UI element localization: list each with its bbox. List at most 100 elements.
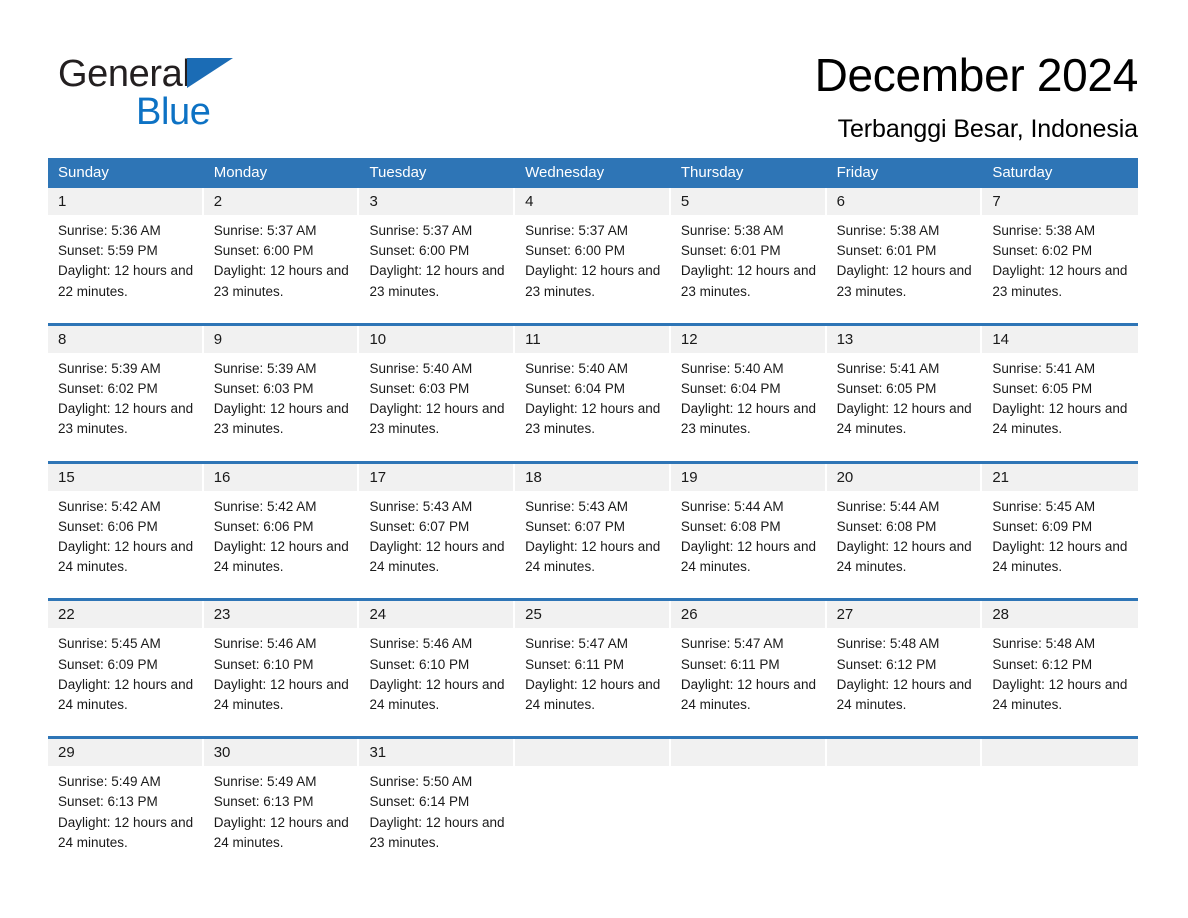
sunset-text: Sunset: 6:04 PM (680, 381, 781, 397)
day-number: 13 (826, 325, 981, 353)
general-blue-logo: General Blue (58, 52, 358, 133)
daylight-text: Daylight: 12 hours and 24 minutes. (369, 539, 505, 575)
day-number (515, 739, 669, 767)
calendar-day-cell[interactable]: 25 Sunrise: 5:47 AM Sunset: 6:11 PM Dayligh… (515, 601, 671, 736)
calendar-day-cell[interactable]: 15 Sunrise: 5:42 AM Sunset: 6:06 PM Dayligh… (48, 463, 204, 599)
day-number: 11 (515, 325, 669, 353)
sunrise-text: Sunrise: 5:37 AM (525, 223, 628, 238)
sunset-text: Sunset: 6:14 PM (369, 794, 470, 810)
sunset-text: Sunset: 6:05 PM (992, 381, 1093, 397)
sunset-text: Sunset: 6:03 PM (213, 381, 314, 397)
sunset-text: Sunset: 6:04 PM (525, 381, 625, 397)
day-number: 29 (48, 739, 202, 767)
calendar-day-cell[interactable]: 13 Sunrise: 5:41 AM Sunset: 6:05 PM Dayligh… (826, 325, 983, 461)
day-number: 16 (203, 463, 358, 491)
sunset-text: Sunset: 6:00 PM (213, 243, 314, 259)
calendar-day-cell[interactable]: 7 Sunrise: 5:38 AM Sunset: 6:02 PM Daylight… (982, 188, 1139, 323)
calendar-day-cell[interactable]: 8 Sunrise: 5:39 AM Sunset: 6:02 PM Daylight… (48, 325, 204, 461)
day-number (982, 739, 1139, 767)
calendar-week-row: 15 Sunrise: 5:42 AM Sunset: 6:06 PM Dayligh… (48, 460, 1139, 599)
calendar-day-cell[interactable]: 17 Sunrise: 5:43 AM Sunset: 6:07 PM Dayligh… (359, 463, 515, 599)
sunset-text: Sunset: 6:10 PM (369, 656, 470, 672)
day-details: Sunrise: 5:40 AM Sunset: 6:04 PM Daylight:… (671, 353, 827, 440)
day-number: 1 (48, 188, 202, 215)
day-number: 18 (515, 463, 669, 491)
sunset-text: Sunset: 5:59 PM (58, 243, 158, 259)
sunset-text: Sunset: 6:02 PM (992, 243, 1093, 259)
daylight-text: Daylight: 12 hours and 24 minutes. (58, 814, 194, 850)
calendar-day-cell[interactable]: 24 Sunrise: 5:46 AM Sunset: 6:10 PM Dayligh… (359, 601, 515, 736)
weekday-header-tuesday: Tuesday (369, 164, 427, 181)
calendar-day-cell[interactable]: 30 Sunrise: 5:49 AM Sunset: 6:13 PM Dayligh… (203, 739, 360, 874)
calendar-day-cell[interactable]: 23 Sunrise: 5:46 AM Sunset: 6:10 PM Dayligh… (203, 601, 360, 736)
calendar-day-cell[interactable]: 3 Sunrise: 5:37 AM Sunset: 6:00 PM Daylight… (359, 188, 515, 323)
calendar-day-cell[interactable]: 19 Sunrise: 5:44 AM Sunset: 6:08 PM Dayligh… (670, 463, 827, 599)
daylight-text: Daylight: 12 hours and 23 minutes. (213, 263, 349, 299)
calendar-day-cell[interactable]: 16 Sunrise: 5:42 AM Sunset: 6:06 PM Dayligh… (203, 463, 360, 599)
calendar-day-cell[interactable]: 6 Sunrise: 5:38 AM Sunset: 6:01 PM Daylight… (826, 188, 983, 323)
calendar-day-cell[interactable]: 11 Sunrise: 5:40 AM Sunset: 6:04 PM Dayligh… (515, 325, 671, 461)
sunrise-text: Sunrise: 5:43 AM (525, 498, 628, 514)
sunset-text: Sunset: 6:01 PM (680, 243, 781, 259)
calendar-day-cell[interactable]: 27 Sunrise: 5:48 AM Sunset: 6:12 PM Dayligh… (826, 601, 983, 736)
day-details: Sunrise: 5:38 AM Sunset: 6:01 PM Daylight:… (671, 215, 827, 302)
sunrise-text: Sunrise: 5:40 AM (680, 360, 784, 376)
calendar-day-cell-empty (826, 739, 983, 874)
weekday-header-row: Sunday Monday Tuesday Wednesday Thursday Frid… (48, 158, 1138, 188)
calendar-day-cell[interactable]: 26 Sunrise: 5:47 AM Sunset: 6:11 PM Dayligh… (670, 601, 827, 736)
daylight-text: Daylight: 12 hours and 24 minutes. (369, 676, 505, 713)
calendar-day-cell[interactable]: 2 Sunrise: 5:37 AM Sunset: 6:00 PM Daylight… (203, 188, 360, 323)
day-number (670, 739, 825, 767)
calendar-day-cell[interactable]: 4 Sunrise: 5:37 AM Sunset: 6:00 PM Daylight… (515, 188, 671, 323)
day-number: 5 (670, 188, 825, 215)
title-block: December 2024 Terbanggi Besar, Indonesia (815, 48, 1139, 146)
calendar-day-cell[interactable]: 5 Sunrise: 5:38 AM Sunset: 6:01 PM Daylight… (670, 188, 827, 323)
day-details: Sunrise: 5:44 AM Sunset: 6:08 PM Daylight:… (671, 491, 827, 578)
sunrise-text: Sunrise: 5:46 AM (213, 636, 317, 652)
calendar-day-cell[interactable]: 14 Sunrise: 5:41 AM Sunset: 6:05 PM Dayligh… (982, 325, 1139, 461)
sunset-text: Sunset: 6:13 PM (213, 794, 314, 810)
day-number: 4 (515, 188, 669, 215)
calendar-day-cell[interactable]: 29 Sunrise: 5:49 AM Sunset: 6:13 PM Dayligh… (48, 739, 204, 874)
calendar-week-row: 8 Sunrise: 5:39 AM Sunset: 6:02 PM Daylight… (48, 322, 1139, 461)
logo-text-general: General (58, 53, 191, 95)
calendar-day-cell[interactable]: 18 Sunrise: 5:43 AM Sunset: 6:07 PM Dayligh… (515, 463, 671, 599)
daylight-text: Daylight: 12 hours and 24 minutes. (680, 676, 816, 713)
day-number: 6 (826, 188, 981, 215)
calendar-week-row: 22 Sunrise: 5:45 AM Sunset: 6:09 PM Dayligh… (48, 598, 1139, 736)
sunrise-text: Sunrise: 5:46 AM (369, 636, 473, 652)
calendar-page: General Blue December 2024 Terbanggi Bes… (0, 0, 1188, 918)
calendar-day-cell[interactable]: 12 Sunrise: 5:40 AM Sunset: 6:04 PM Dayligh… (670, 325, 827, 461)
day-number: 9 (203, 325, 358, 353)
sunrise-text: Sunrise: 5:37 AM (369, 223, 473, 238)
daylight-text: Daylight: 12 hours and 24 minutes. (58, 676, 194, 713)
day-number (826, 739, 981, 767)
logo-triangle-icon (187, 58, 234, 88)
day-number: 15 (48, 463, 202, 491)
daylight-text: Daylight: 12 hours and 23 minutes. (369, 401, 505, 437)
sunrise-text: Sunrise: 5:44 AM (836, 498, 940, 514)
weekday-header-thursday: Thursday (680, 164, 744, 181)
day-number: 17 (359, 463, 514, 491)
day-details: Sunrise: 5:44 AM Sunset: 6:08 PM Daylight:… (827, 491, 983, 578)
day-details: Sunrise: 5:40 AM Sunset: 6:03 PM Daylight:… (359, 353, 515, 440)
calendar-day-cell[interactable]: 20 Sunrise: 5:44 AM Sunset: 6:08 PM Dayligh… (826, 463, 983, 599)
day-details: Sunrise: 5:41 AM Sunset: 6:05 PM Daylight:… (827, 353, 983, 440)
calendar-day-cell[interactable]: 9 Sunrise: 5:39 AM Sunset: 6:03 PM Daylight… (203, 325, 360, 461)
sunrise-text: Sunrise: 5:49 AM (213, 774, 317, 790)
calendar-day-cell[interactable]: 1 Sunrise: 5:36 AM Sunset: 5:59 PM Daylight… (48, 188, 204, 323)
day-number: 28 (982, 601, 1139, 629)
day-details: Sunrise: 5:46 AM Sunset: 6:10 PM Daylight:… (359, 628, 515, 715)
daylight-text: Daylight: 12 hours and 24 minutes. (680, 539, 816, 575)
calendar-day-cell[interactable]: 28 Sunrise: 5:48 AM Sunset: 6:12 PM Dayligh… (982, 601, 1139, 736)
daylight-text: Daylight: 12 hours and 22 minutes. (58, 263, 194, 299)
day-details: Sunrise: 5:49 AM Sunset: 6:13 PM Daylight:… (204, 766, 360, 853)
calendar-day-cell[interactable]: 10 Sunrise: 5:40 AM Sunset: 6:03 PM Dayligh… (359, 325, 515, 461)
sunrise-text: Sunrise: 5:38 AM (836, 223, 940, 238)
calendar-day-cell[interactable]: 22 Sunrise: 5:45 AM Sunset: 6:09 PM Dayligh… (48, 601, 204, 736)
sunrise-text: Sunrise: 5:38 AM (992, 223, 1096, 238)
calendar-day-cell[interactable]: 21 Sunrise: 5:45 AM Sunset: 6:09 PM Dayligh… (982, 463, 1139, 599)
sunrise-text: Sunrise: 5:42 AM (58, 498, 161, 514)
calendar-day-cell[interactable]: 31 Sunrise: 5:50 AM Sunset: 6:14 PM Dayligh… (359, 739, 515, 874)
day-number: 19 (670, 463, 825, 491)
